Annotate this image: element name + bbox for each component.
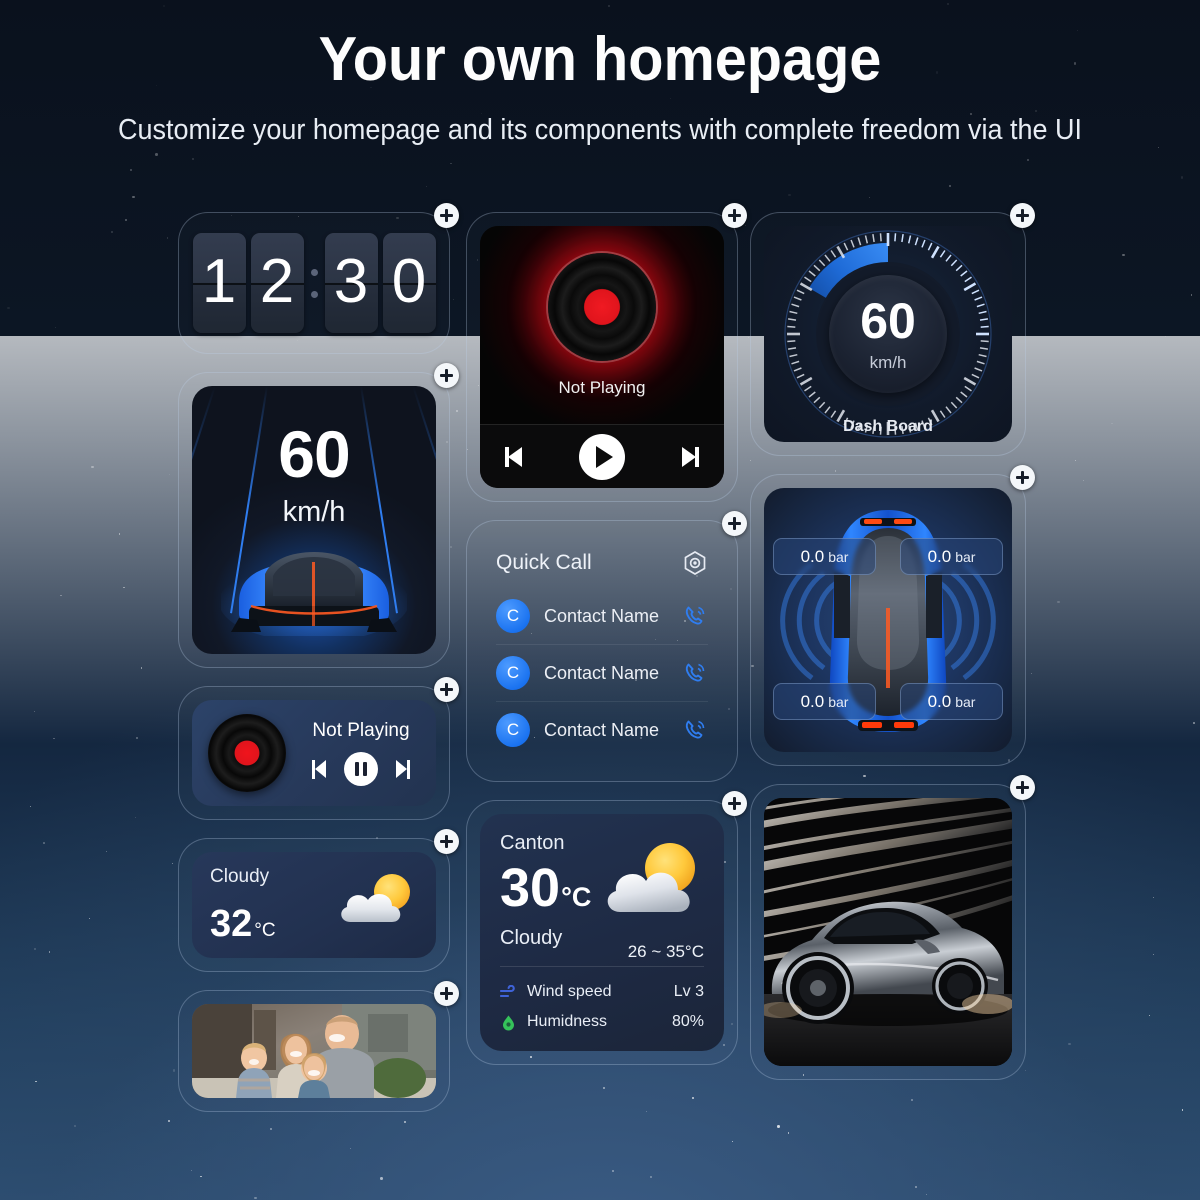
humidity-icon xyxy=(500,1014,517,1031)
gauge-label: Dash Board xyxy=(764,418,1012,436)
add-widget-button-speed[interactable] xyxy=(434,363,459,388)
contact-name: Contact Name xyxy=(544,663,682,684)
widget-column-left: 1 2 3 0 60 km/h Not Playing Cloudy 32 °C xyxy=(178,212,450,1130)
phone-ring-icon[interactable] xyxy=(682,717,708,743)
music-status: Not Playing xyxy=(559,378,646,398)
list-item[interactable]: C Contact Name xyxy=(496,701,708,758)
list-item[interactable]: C Contact Name xyxy=(496,644,708,701)
contact-name: Contact Name xyxy=(544,606,682,627)
phone-ring-icon[interactable] xyxy=(682,660,708,686)
add-widget-button-photo[interactable] xyxy=(434,981,459,1006)
contact-name: Contact Name xyxy=(544,720,682,741)
family-photo xyxy=(192,1004,436,1098)
page-title: Your own homepage xyxy=(42,24,1158,95)
sun-behind-cloud-icon xyxy=(596,840,710,932)
clock-digit-hour-tens: 1 xyxy=(193,233,246,333)
play-icon[interactable] xyxy=(579,434,625,480)
add-widget-button-clock[interactable] xyxy=(434,203,459,228)
widget-music-player[interactable]: Not Playing xyxy=(466,212,738,502)
add-widget-button-car-photo[interactable] xyxy=(1010,775,1035,800)
speed-gauge: 60 km/h xyxy=(783,229,993,439)
detail-value: 80% xyxy=(672,1013,704,1031)
widget-clock[interactable]: 1 2 3 0 xyxy=(178,212,450,354)
widget-weather[interactable]: Canton 30°C 26 ~ 35°C Cloudy Wind speed … xyxy=(466,800,738,1065)
list-item[interactable]: C Contact Name xyxy=(496,588,708,644)
add-widget-button-weather-mini[interactable] xyxy=(434,829,459,854)
weather-detail-wind: Wind speed Lv 3 xyxy=(500,977,704,1007)
speed-value: 60 xyxy=(192,416,436,492)
widget-photo[interactable] xyxy=(178,990,450,1112)
widget-speed[interactable]: 60 km/h xyxy=(178,372,450,668)
widget-quick-call[interactable]: Quick Call C Contact Name C Contact Name… xyxy=(466,520,738,782)
avatar: C xyxy=(496,599,530,633)
tire-pressure-front-right: 0.0 bar xyxy=(900,538,1003,575)
next-icon[interactable] xyxy=(390,760,410,779)
vinyl-record-icon xyxy=(208,714,286,792)
page-subtitle: Customize your homepage and its componen… xyxy=(42,109,1158,153)
detail-value: Lv 3 xyxy=(674,983,704,1001)
detail-label: Wind speed xyxy=(527,983,674,1001)
quick-call-title: Quick Call xyxy=(496,551,592,575)
sun-behind-cloud-icon xyxy=(334,870,420,934)
gauge-value: 60 xyxy=(860,296,916,346)
pause-icon[interactable] xyxy=(344,752,378,786)
avatar: C xyxy=(496,713,530,747)
widget-column-right: 60 km/h Dash Board 0.0 bar 0.0 bar 0.0 b… xyxy=(750,212,1026,1098)
tire-pressure-rear-right: 0.0 bar xyxy=(900,683,1003,720)
gauge-unit: km/h xyxy=(870,353,907,373)
add-widget-button-music-mini[interactable] xyxy=(434,677,459,702)
wind-icon xyxy=(500,985,517,1000)
flip-clock: 1 2 3 0 xyxy=(192,226,436,340)
add-widget-button-tire[interactable] xyxy=(1010,465,1035,490)
car-rear-graphic xyxy=(221,540,407,636)
hex-settings-icon[interactable] xyxy=(682,550,708,576)
clock-digit-hour-ones: 2 xyxy=(251,233,304,333)
speed-unit: km/h xyxy=(192,496,436,529)
clock-digit-min-ones: 0 xyxy=(383,233,436,333)
weather-detail-humidity: Humidness 80% xyxy=(500,1007,704,1037)
clock-colon xyxy=(311,269,318,298)
add-widget-button-dashboard[interactable] xyxy=(1010,203,1035,228)
speed-display: 60 km/h xyxy=(192,386,436,654)
add-widget-button-music[interactable] xyxy=(722,203,747,228)
widget-car-photo[interactable] xyxy=(750,784,1026,1080)
previous-icon[interactable] xyxy=(504,445,530,469)
avatar: C xyxy=(496,656,530,690)
phone-ring-icon[interactable] xyxy=(682,603,708,629)
car-photo xyxy=(764,798,1012,1066)
widget-tire-pressure[interactable]: 0.0 bar 0.0 bar 0.0 bar 0.0 bar xyxy=(750,474,1026,766)
add-widget-button-weather[interactable] xyxy=(722,791,747,816)
detail-label: Humidness xyxy=(527,1013,672,1031)
weather-mini-temperature: 32 °C xyxy=(210,903,276,946)
weather-temperature: 30°C xyxy=(500,861,591,915)
previous-icon[interactable] xyxy=(312,760,332,779)
widget-music-mini[interactable]: Not Playing xyxy=(178,686,450,820)
widget-dashboard[interactable]: 60 km/h Dash Board xyxy=(750,212,1026,456)
clock-digit-min-tens: 3 xyxy=(325,233,378,333)
weather-range: 26 ~ 35°C xyxy=(628,942,704,962)
widget-column-middle: Not Playing Quick Call C Contact Name C … xyxy=(466,212,738,1083)
widget-weather-mini[interactable]: Cloudy 32 °C xyxy=(178,838,450,972)
tire-pressure-front-left: 0.0 bar xyxy=(773,538,876,575)
vinyl-record-icon-large xyxy=(548,253,656,361)
add-widget-button-quick-call[interactable] xyxy=(722,511,747,536)
page-header: Your own homepage Customize your homepag… xyxy=(0,0,1200,153)
next-icon[interactable] xyxy=(674,445,700,469)
music-mini-status: Not Playing xyxy=(302,720,420,742)
tire-pressure-rear-left: 0.0 bar xyxy=(773,683,876,720)
